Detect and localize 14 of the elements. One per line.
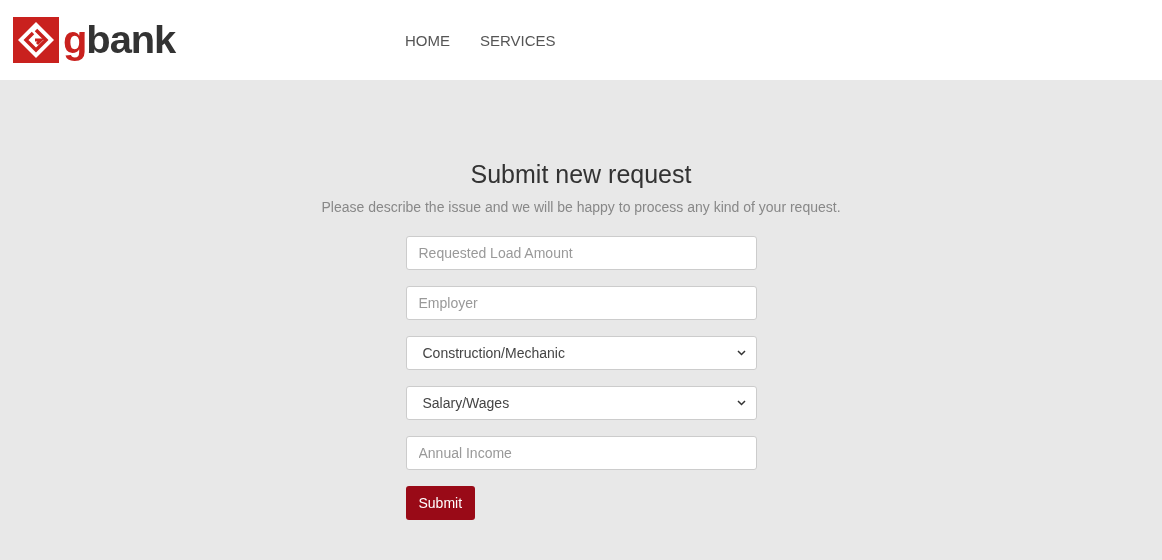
dropdown[interactable]: Salary/Wages	[405, 386, 757, 420]
form-title: Submit new request	[470, 160, 692, 189]
submit-button[interactable]: Submit	[405, 486, 476, 520]
input-field[interactable]: Annual Income	[405, 436, 757, 470]
form-subtitle: Please describe the issue and we will be happy to process any kind of your request.	[321, 199, 841, 215]
dropdown[interactable]: Construction/Mechanic	[405, 336, 757, 370]
input-field[interactable]: Employer	[405, 286, 757, 320]
input-field[interactable]: Requested Load Amount	[405, 236, 757, 270]
logo-icon	[13, 17, 59, 63]
nav-link[interactable]: HOME	[405, 31, 450, 49]
logo-text: gbank	[63, 21, 176, 59]
chevron-down-icon	[736, 400, 746, 406]
chevron-down-icon	[736, 350, 746, 356]
nav-link[interactable]: SERVICES	[480, 31, 556, 49]
